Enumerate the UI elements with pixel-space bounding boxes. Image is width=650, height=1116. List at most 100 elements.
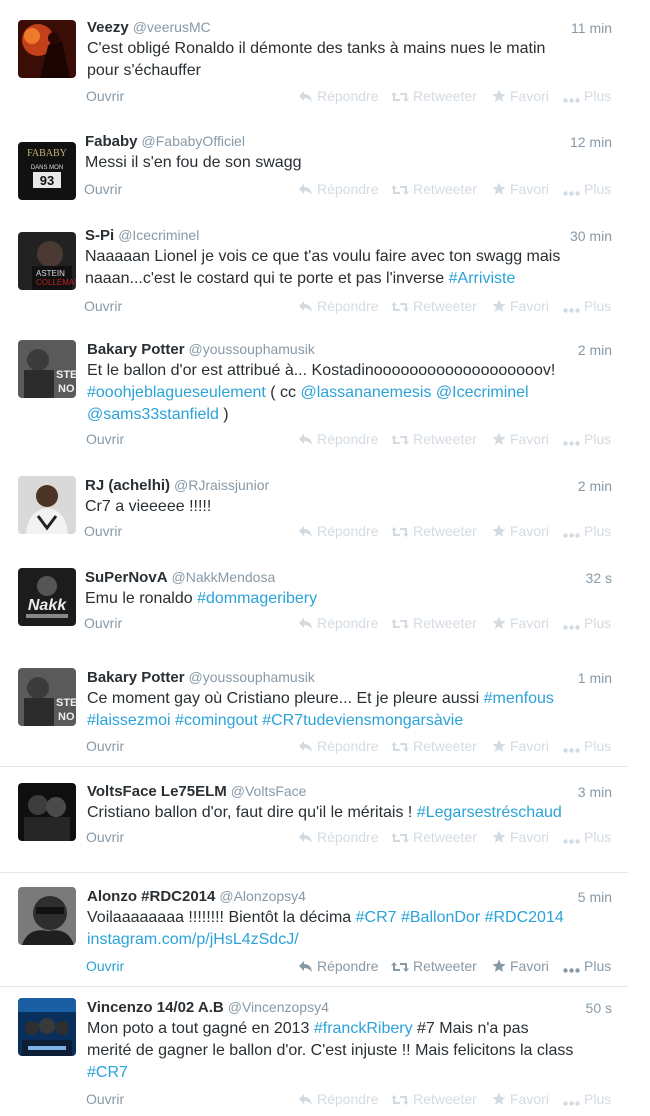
avatar-rj[interactable] (18, 476, 76, 534)
tweet-timestamp[interactable]: 2 min (578, 477, 612, 495)
tweet-timestamp[interactable]: 3 min (578, 783, 612, 801)
open-link[interactable]: Ouvrir (84, 297, 122, 315)
user-name[interactable]: Veezy (87, 19, 129, 36)
reply-button[interactable]: Répondre (298, 87, 379, 105)
mention-link[interactable]: @Icecriminel (436, 384, 529, 401)
favorite-button[interactable]: Favori (492, 737, 549, 755)
user-handle[interactable]: @FababyOfficiel (142, 133, 245, 149)
open-link[interactable]: Ouvrir (84, 614, 122, 632)
url-link[interactable]: instagram.com/p/jHsL4zSdcJ/ (87, 931, 299, 948)
favorite-button[interactable]: Favori (492, 1090, 549, 1108)
retweet-button[interactable]: Retweeter (391, 737, 477, 755)
mention-link[interactable]: @sams33stanfield (87, 406, 219, 423)
tweet-item[interactable]: RJ (achelhi) @RJraissjunior 2 min Cr7 a vie… (0, 462, 630, 554)
hashtag-link[interactable]: #Arriviste (449, 270, 516, 287)
tweet-item[interactable]: FABABY DANS MON 93 Fababy @FababyOfficiel 12… (0, 122, 630, 214)
user-name[interactable]: Bakary Potter (87, 341, 185, 358)
tweet-timestamp[interactable]: 12 min (570, 133, 612, 151)
avatar-voltsface[interactable] (18, 783, 76, 841)
more-button[interactable]: Plus (563, 957, 611, 975)
user-handle[interactable]: @NakkMendosa (172, 569, 276, 585)
retweet-button[interactable]: Retweeter (391, 87, 477, 105)
user-handle[interactable]: @VoltsFace (231, 783, 307, 799)
user-handle[interactable]: @youssouphamusik (189, 669, 315, 685)
user-name[interactable]: Vincenzo 14/02 A.B (87, 999, 224, 1016)
hashtag-link[interactable]: #laissezmoi (87, 712, 171, 729)
hashtag-link[interactable]: #CR7 (87, 1064, 128, 1081)
more-button[interactable]: Plus (563, 737, 611, 755)
more-button[interactable]: Plus (563, 430, 611, 448)
more-button[interactable]: Plus (563, 1090, 611, 1108)
tweet-item[interactable]: Veezy @veerusMC 11 min C'est obligé Ronaldo… (0, 0, 630, 122)
tweet-item[interactable]: VoltsFace Le75ELM @VoltsFace 3 min Cristian… (0, 767, 630, 872)
user-name[interactable]: S-Pi (85, 227, 114, 244)
tweet-timestamp[interactable]: 32 s (586, 569, 612, 587)
tweet-timestamp[interactable]: 1 min (578, 669, 612, 687)
user-handle[interactable]: @RJraissjunior (174, 477, 269, 493)
tweet-timestamp[interactable]: 30 min (570, 227, 612, 245)
retweet-button[interactable]: Retweeter (391, 430, 477, 448)
retweet-button[interactable]: Retweeter (391, 614, 477, 632)
user-handle[interactable]: @Vincenzopsy4 (228, 999, 329, 1015)
user-handle[interactable]: @Alonzopsy4 (219, 888, 306, 904)
reply-button[interactable]: Répondre (298, 957, 379, 975)
favorite-button[interactable]: Favori (492, 87, 549, 105)
avatar-supernova[interactable]: Nakk (18, 568, 76, 626)
avatar-bakary[interactable]: STE NO (18, 668, 76, 726)
open-link[interactable]: Ouvrir (84, 180, 122, 198)
retweet-button[interactable]: Retweeter (391, 1090, 477, 1108)
user-handle[interactable]: @youssouphamusik (189, 341, 315, 357)
user-handle[interactable]: @veerusMC (133, 19, 211, 35)
open-link[interactable]: Ouvrir (84, 522, 122, 540)
avatar-veezy[interactable] (18, 20, 76, 78)
tweet-item[interactable]: Nakk SuPerNovA @NakkMendosa 32 s Emu le ron… (0, 554, 630, 654)
hashtag-link[interactable]: #franckRibery (314, 1020, 413, 1037)
hashtag-link[interactable]: #ooohjeblagueseulement (87, 384, 266, 401)
hashtag-link[interactable]: #BallonDor (401, 909, 480, 926)
tweet-item[interactable]: Vincenzo 14/02 A.B @Vincenzopsy4 50 s Mon p… (0, 987, 630, 1116)
avatar-bakary[interactable]: STE NO (18, 340, 76, 398)
favorite-button[interactable]: Favori (492, 828, 549, 846)
reply-button[interactable]: Répondre (298, 430, 379, 448)
user-handle[interactable]: @Icecriminel (118, 227, 199, 243)
reply-button[interactable]: Répondre (298, 614, 379, 632)
tweet-item[interactable]: Alonzo #RDC2014 @Alonzopsy4 5 min Voilaaaaa… (0, 873, 630, 986)
tweet-timestamp[interactable]: 5 min (578, 888, 612, 906)
open-link[interactable]: Ouvrir (86, 430, 124, 448)
more-button[interactable]: Plus (563, 614, 611, 632)
hashtag-link[interactable]: #CR7 (356, 909, 397, 926)
reply-button[interactable]: Répondre (298, 180, 379, 198)
reply-button[interactable]: Répondre (298, 828, 379, 846)
retweet-button[interactable]: Retweeter (391, 180, 477, 198)
favorite-button[interactable]: Favori (492, 180, 549, 198)
avatar-vincenzo[interactable] (18, 998, 76, 1056)
tweet-item[interactable]: STE NO Bakary Potter @youssouphamusik 2 min… (0, 328, 630, 462)
tweet-timestamp[interactable]: 50 s (586, 999, 612, 1017)
mention-link[interactable]: @lassananemesis (300, 384, 431, 401)
retweet-button[interactable]: Retweeter (391, 297, 477, 315)
more-button[interactable]: Plus (563, 828, 611, 846)
tweet-timestamp[interactable]: 11 min (571, 19, 612, 37)
tweet-item[interactable]: STE NO Bakary Potter @youssouphamusik 1 min… (0, 654, 630, 766)
reply-button[interactable]: Répondre (298, 522, 379, 540)
more-button[interactable]: Plus (563, 87, 611, 105)
reply-button[interactable]: Répondre (298, 1090, 379, 1108)
user-name[interactable]: Alonzo #RDC2014 (87, 888, 215, 905)
favorite-button[interactable]: Favori (492, 297, 549, 315)
more-button[interactable]: Plus (563, 522, 611, 540)
hashtag-link[interactable]: #CR7tudeviensmongarsàvie (262, 712, 463, 729)
hashtag-link[interactable]: #RDC2014 (485, 909, 564, 926)
open-link[interactable]: Ouvrir (86, 1090, 124, 1108)
tweet-item[interactable]: ASTEIN COLLEMAN S-Pi @Icecriminel 30 min Naa… (0, 218, 630, 328)
avatar-fababy[interactable]: FABABY DANS MON 93 (18, 142, 76, 200)
favorite-button[interactable]: Favori (492, 522, 549, 540)
user-name[interactable]: Bakary Potter (87, 669, 185, 686)
retweet-button[interactable]: Retweeter (391, 828, 477, 846)
favorite-button[interactable]: Favori (492, 614, 549, 632)
user-name[interactable]: VoltsFace Le75ELM (87, 783, 227, 800)
user-name[interactable]: Fababy (85, 133, 138, 150)
hashtag-link[interactable]: #dommageribery (197, 590, 317, 607)
avatar-spi[interactable]: ASTEIN COLLEMAN (18, 232, 76, 290)
tweet-timestamp[interactable]: 2 min (578, 341, 612, 359)
open-link[interactable]: Ouvrir (86, 957, 124, 975)
